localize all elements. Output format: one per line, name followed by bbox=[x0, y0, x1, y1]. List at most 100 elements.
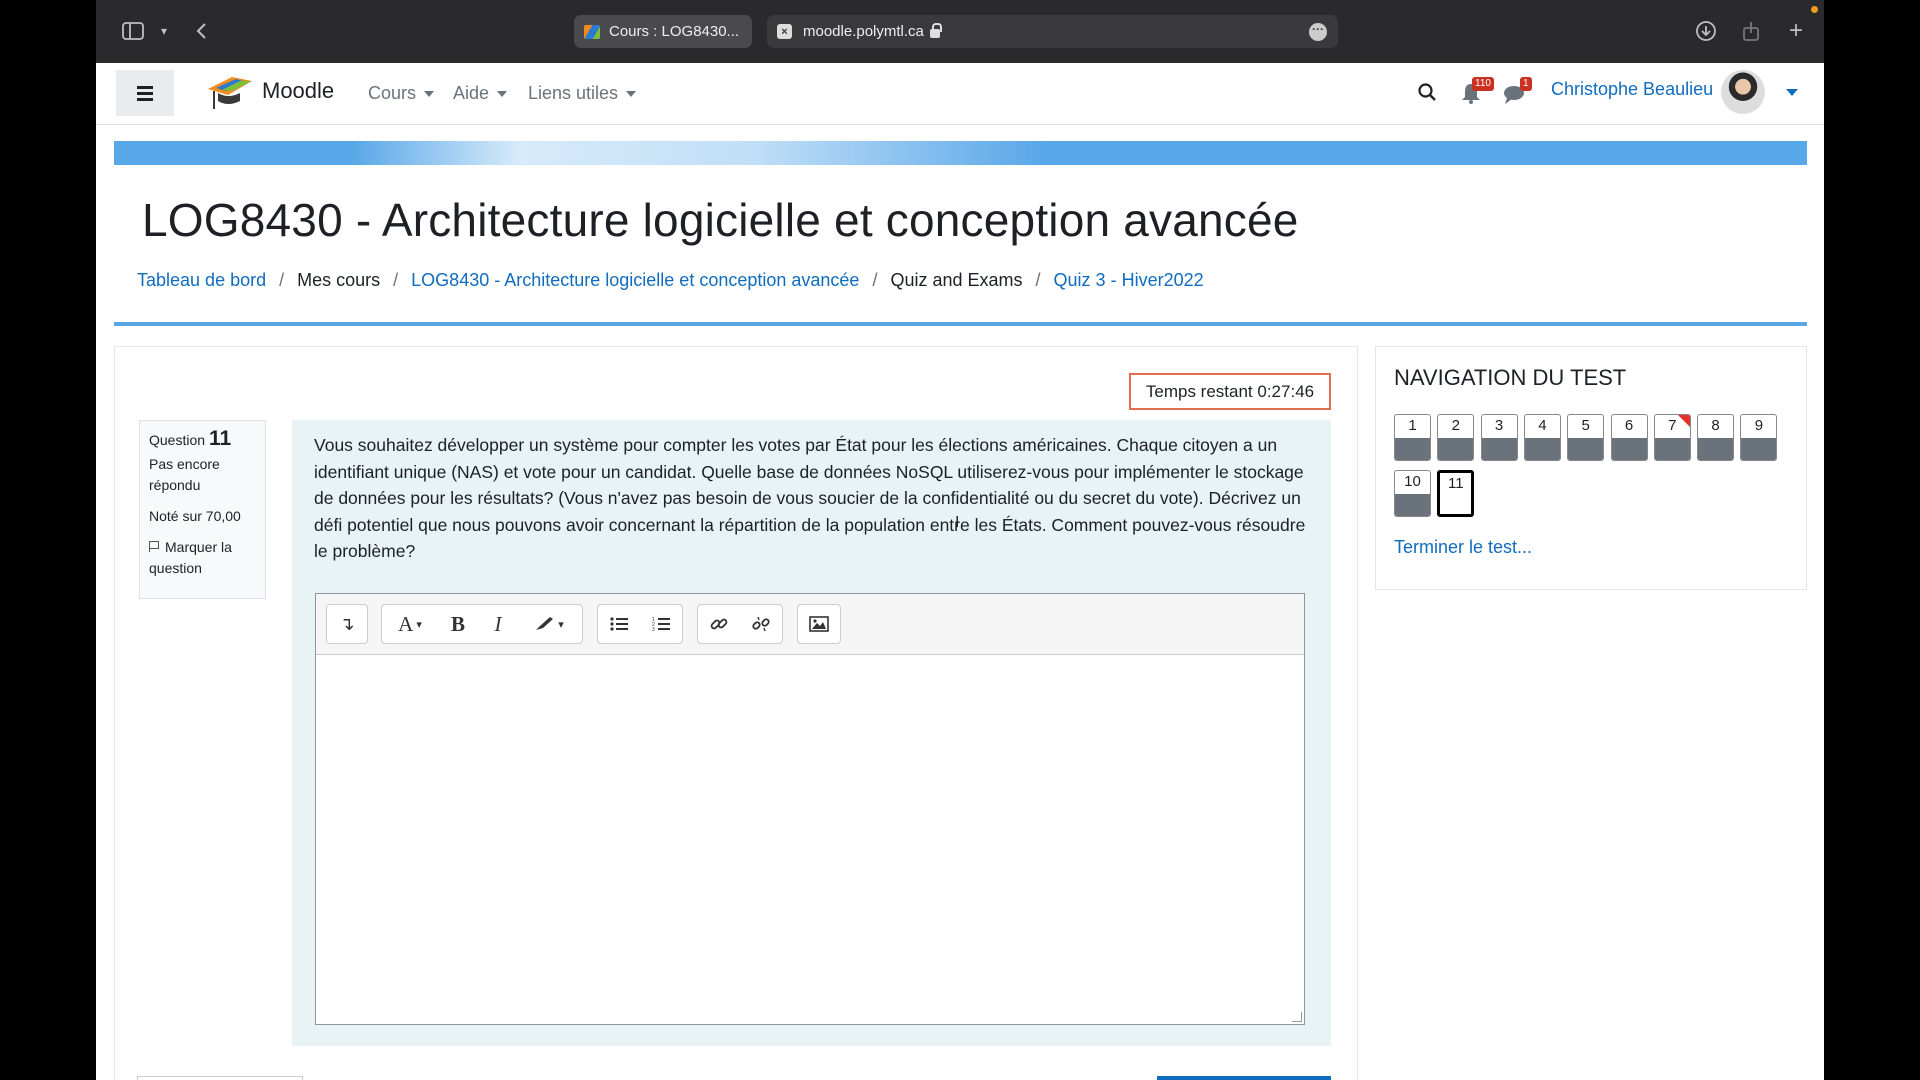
breadcrumb-separator: / bbox=[393, 270, 399, 290]
answered-indicator bbox=[1395, 494, 1430, 516]
finish-attempt-link[interactable]: Terminer le test... bbox=[1394, 537, 1532, 558]
notifications-bell-icon[interactable]: 110 bbox=[1460, 77, 1494, 105]
quiz-nav-question-7[interactable]: 7 bbox=[1653, 414, 1691, 461]
toolbar-group-links bbox=[697, 604, 783, 644]
quiz-nav-question-9[interactable]: 9 bbox=[1740, 414, 1778, 461]
chevron-down-icon[interactable]: ▾ bbox=[151, 18, 177, 44]
quiz-nav-question-3[interactable]: 3 bbox=[1480, 414, 1518, 461]
site-favicon-icon: × bbox=[777, 24, 792, 39]
flag-corner-icon bbox=[1677, 415, 1690, 427]
answered-indicator bbox=[1568, 438, 1604, 460]
back-icon[interactable] bbox=[188, 18, 214, 44]
quiz-navigation-title: NAVIGATION DU TEST bbox=[1394, 365, 1627, 390]
quiz-nav-question-label: 3 bbox=[1494, 417, 1504, 434]
quiz-nav-question-5[interactable]: 5 bbox=[1567, 414, 1605, 461]
new-tab-icon[interactable]: + bbox=[1783, 17, 1809, 44]
quiz-nav-question-11[interactable]: 11 bbox=[1437, 470, 1475, 517]
answered-indicator bbox=[1611, 438, 1647, 460]
menu-liens-utiles-label: Liens utiles bbox=[528, 83, 619, 103]
moodle-favicon-icon bbox=[584, 24, 600, 39]
quiz-nav-question-6[interactable]: 6 bbox=[1610, 414, 1648, 461]
breadcrumb-item-quiz[interactable]: Quiz 3 - Hiver2022 bbox=[1054, 270, 1204, 291]
quiz-nav-question-4[interactable]: 4 bbox=[1523, 414, 1561, 461]
answered-indicator bbox=[1698, 438, 1734, 460]
next-page-button[interactable] bbox=[1157, 1076, 1331, 1080]
quiz-nav-question-2[interactable]: 2 bbox=[1437, 414, 1475, 461]
question-label: Question bbox=[149, 432, 206, 448]
answered-indicator bbox=[1741, 438, 1777, 460]
search-icon[interactable] bbox=[1418, 83, 1436, 101]
breadcrumb-item-course[interactable]: LOG8430 - Architecture logicielle et con… bbox=[411, 270, 859, 291]
quiz-nav-question-10[interactable]: 10 bbox=[1394, 470, 1431, 517]
downloads-badge bbox=[1811, 6, 1818, 13]
numbered-list-icon[interactable]: 123 bbox=[640, 605, 682, 643]
text-cursor-icon: I bbox=[955, 514, 960, 531]
breadcrumb-separator: / bbox=[872, 270, 878, 290]
answered-indicator bbox=[1481, 438, 1517, 460]
drawer-toggle-button[interactable] bbox=[116, 70, 174, 116]
italic-icon[interactable]: I bbox=[478, 605, 518, 643]
lock-icon bbox=[929, 23, 942, 38]
svg-text:3: 3 bbox=[652, 627, 655, 632]
toolbar-group-lists: 123 bbox=[597, 604, 683, 644]
breadcrumb-item-dashboard[interactable]: Tableau de bord bbox=[137, 270, 266, 291]
brand-name[interactable]: Moodle bbox=[262, 78, 334, 104]
breadcrumb-separator: / bbox=[279, 270, 285, 290]
unlink-icon[interactable] bbox=[740, 605, 782, 643]
bullet-list-icon[interactable] bbox=[598, 605, 640, 643]
flag-icon bbox=[149, 541, 160, 552]
browser-toolbar: ▾ Cours : LOG8430... × moodle.polymtl.ca… bbox=[96, 0, 1824, 63]
notifications-count-badge: 110 bbox=[1472, 77, 1494, 91]
more-options-icon[interactable]: ··· bbox=[1309, 23, 1327, 41]
previous-page-button[interactable] bbox=[137, 1076, 303, 1080]
quiz-nav-question-label: 9 bbox=[1754, 417, 1764, 434]
flag-question-link[interactable]: Marquer la question bbox=[149, 537, 256, 579]
breadcrumb-item-quiz-and-exams: Quiz and Exams bbox=[890, 270, 1023, 290]
editor-toolbar: ↴ A ▾ B I ▾ 123 bbox=[316, 594, 1304, 655]
sidebar-toggle-icon[interactable] bbox=[120, 18, 146, 44]
quiz-nav-question-label: 1 bbox=[1408, 417, 1417, 434]
text-color-icon[interactable]: ▾ bbox=[518, 605, 580, 643]
screen: ▾ Cours : LOG8430... × moodle.polymtl.ca… bbox=[96, 0, 1824, 1080]
resize-handle-icon[interactable] bbox=[1292, 1012, 1302, 1022]
quiz-nav-question-label: 7 bbox=[1668, 417, 1677, 434]
quiz-nav-question-1[interactable]: 1 bbox=[1394, 414, 1431, 461]
answered-indicator bbox=[1654, 438, 1690, 460]
time-remaining: Temps restant 0:27:46 bbox=[1129, 373, 1331, 410]
flag-question-label: Marquer la question bbox=[149, 539, 232, 576]
bold-icon[interactable]: B bbox=[438, 605, 478, 643]
answer-editor: ↴ A ▾ B I ▾ 123 bbox=[315, 593, 1305, 1025]
breadcrumb-item-mes-cours: Mes cours bbox=[297, 270, 381, 290]
breadcrumb-separator: / bbox=[1035, 270, 1041, 290]
link-icon[interactable] bbox=[698, 605, 740, 643]
address-bar[interactable]: × moodle.polymtl.ca ··· bbox=[767, 15, 1338, 48]
question-status: Pas encore répondu bbox=[149, 456, 220, 493]
user-menu-caret-icon[interactable] bbox=[1786, 89, 1798, 96]
menu-liens-utiles[interactable]: Liens utiles bbox=[528, 83, 637, 104]
quiz-nav-question-8[interactable]: 8 bbox=[1697, 414, 1735, 461]
messages-chat-icon[interactable]: 1 bbox=[1503, 77, 1532, 105]
quiz-nav-question-label: 4 bbox=[1538, 417, 1547, 434]
image-icon[interactable] bbox=[798, 605, 840, 643]
url-text: moodle.polymtl.ca bbox=[803, 23, 924, 40]
downloads-icon[interactable] bbox=[1693, 18, 1719, 44]
answer-text-area[interactable] bbox=[316, 656, 1304, 1024]
caret-down-icon bbox=[497, 91, 508, 98]
menu-cours[interactable]: Cours bbox=[368, 83, 435, 104]
user-name-link[interactable]: Christophe Beaulieu bbox=[1551, 79, 1713, 100]
share-icon[interactable] bbox=[1738, 18, 1764, 44]
menu-aide[interactable]: Aide bbox=[453, 83, 508, 104]
menu-cours-label: Cours bbox=[368, 83, 417, 103]
quiz-nav-question-label: 10 bbox=[1404, 473, 1421, 490]
header-divider bbox=[114, 322, 1807, 326]
moodle-logo-icon[interactable] bbox=[206, 73, 254, 113]
expand-toolbar-icon[interactable]: ↴ bbox=[327, 605, 367, 643]
tab-title: Cours : LOG8430... bbox=[609, 23, 740, 40]
browser-tab-active[interactable]: Cours : LOG8430... bbox=[574, 15, 752, 48]
answered-indicator bbox=[1438, 438, 1474, 460]
font-style-icon[interactable]: A ▾ bbox=[382, 605, 438, 643]
messages-count-badge: 1 bbox=[1520, 77, 1532, 91]
user-avatar[interactable] bbox=[1721, 70, 1765, 114]
toolbar-group-style: A ▾ B I ▾ bbox=[381, 604, 583, 644]
question-number: Question 11 bbox=[149, 428, 256, 451]
